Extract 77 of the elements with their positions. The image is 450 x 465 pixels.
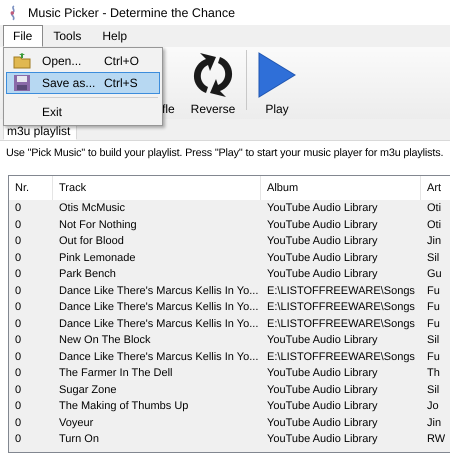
table-cell-text: Fu xyxy=(426,350,441,365)
table-cell-text: YouTube Audio Library xyxy=(266,267,378,282)
table-cell-text: Pink Lemonade xyxy=(58,250,136,266)
menu-item[interactable]: Help xyxy=(92,25,138,47)
table-cell-text: Otis McMusic xyxy=(58,201,126,216)
table-cell-text: Fu xyxy=(426,284,441,299)
table-cell-text: Oti xyxy=(426,218,442,233)
table-cell-text: 0 xyxy=(14,366,22,382)
table-cell-text: 0 xyxy=(14,350,22,365)
column-header[interactable]: Album xyxy=(261,176,421,200)
table-cell-text: 0 xyxy=(14,333,22,348)
table-cell-text: E:\LISTOFFREEWARE\Songs xyxy=(266,284,416,299)
table-cell-text: 0 xyxy=(14,382,22,398)
column-header[interactable]: Track xyxy=(53,176,261,200)
table-cell-text: Dance Like There's Marcus Kellis In Yo... xyxy=(58,284,260,299)
table-cell-text: YouTube Audio Library xyxy=(266,250,378,266)
table-cell-text: YouTube Audio Library xyxy=(266,416,378,431)
table-cell-text: YouTube Audio Library xyxy=(266,366,378,382)
column-header[interactable]: Nr. xyxy=(9,176,53,200)
table-cell-text: Not For Nothing xyxy=(58,218,138,233)
table-cell-text: Fu xyxy=(426,316,441,332)
table-cell-text: The Making of Thumbs Up xyxy=(58,399,190,414)
table-cell-text: YouTube Audio Library xyxy=(266,218,378,233)
instruction-text: Use "Pick Music" to build your playlist. Press "Play" to start your music player for m3u playlists. xyxy=(5,146,444,161)
table-cell-text: 0 xyxy=(14,284,22,299)
table-cell-text: E:\LISTOFFREEWARE\Songs xyxy=(266,350,416,365)
table-cell-text: Dance Like There's Marcus Kellis In Yo... xyxy=(58,350,260,365)
table-cell-text: Park Bench xyxy=(58,267,117,282)
table-cell-text: Jin xyxy=(426,234,442,250)
table-cell-text: Th xyxy=(426,366,441,382)
menu-item[interactable]: Tools xyxy=(43,25,92,47)
table-cell-text: Dance Like There's Marcus Kellis In Yo... xyxy=(58,316,260,332)
table-cell-text: Voyeur xyxy=(58,416,94,431)
table-cell-text: YouTube Audio Library xyxy=(266,382,378,398)
table-cell-text: 0 xyxy=(14,250,22,266)
table-cell-text: 0 xyxy=(14,267,22,282)
table-cell-text: New On The Block xyxy=(58,333,152,348)
folder-icon xyxy=(13,53,31,69)
table-cell-text: E:\LISTOFFREEWARE\Songs xyxy=(266,300,416,316)
table-cell-text: Sugar Zone xyxy=(58,382,118,398)
table-cell-text: Fu xyxy=(426,300,441,316)
table-cell-text: RW xyxy=(426,432,446,448)
table-cell-text: YouTube Audio Library xyxy=(266,333,378,348)
toolbar-button[interactable]: fle xyxy=(162,102,186,116)
table-cell-text: E:\LISTOFFREEWARE\Songs xyxy=(266,316,416,332)
menu-entry[interactable]: Save as... Ctrl+S xyxy=(6,72,160,94)
table-cell-text: 0 xyxy=(14,234,22,250)
window-title: Music Picker - Determine the Chance xyxy=(28,6,236,20)
table-cell-text: 0 xyxy=(14,432,22,448)
table-cell-text: Turn On xyxy=(58,432,100,448)
menu-entry[interactable]: Exit xyxy=(6,101,160,123)
reverse-button[interactable]: Reverse xyxy=(186,51,240,116)
table-cell-text: Sil xyxy=(426,382,440,398)
play-icon xyxy=(257,51,297,99)
table-cell-text: 0 xyxy=(14,316,22,332)
table-cell-text: 0 xyxy=(14,201,22,216)
table-cell-text: 0 xyxy=(14,300,22,316)
table-cell-text: The Farmer In The Dell xyxy=(58,366,174,382)
table-cell-text: YouTube Audio Library xyxy=(266,201,378,216)
table-cell-text: Jin xyxy=(426,416,442,431)
table-cell-text: YouTube Audio Library xyxy=(266,432,378,448)
table-cell-text: 0 xyxy=(14,218,22,233)
menu-item[interactable]: File xyxy=(3,25,44,47)
table-cell-text: Out for Blood xyxy=(58,234,125,250)
table-cell-text: Jo xyxy=(426,399,440,414)
table-cell-text: Sil xyxy=(426,333,440,348)
table-cell-text: Gu xyxy=(426,267,443,282)
table-cell-text: YouTube Audio Library xyxy=(266,234,378,250)
table-cell-text: YouTube Audio Library xyxy=(266,399,378,414)
menu-entry[interactable]: Open... Ctrl+O xyxy=(6,50,160,72)
column-header[interactable]: Art xyxy=(421,176,450,200)
table-cell-text: Sil xyxy=(426,250,440,266)
table-cell-text: Oti xyxy=(426,201,442,216)
table-cell-text: Dance Like There's Marcus Kellis In Yo... xyxy=(58,300,260,316)
table-cell-text: 0 xyxy=(14,416,22,431)
play-button[interactable]: Play xyxy=(253,51,301,116)
table-cell-text: 0 xyxy=(14,399,22,414)
